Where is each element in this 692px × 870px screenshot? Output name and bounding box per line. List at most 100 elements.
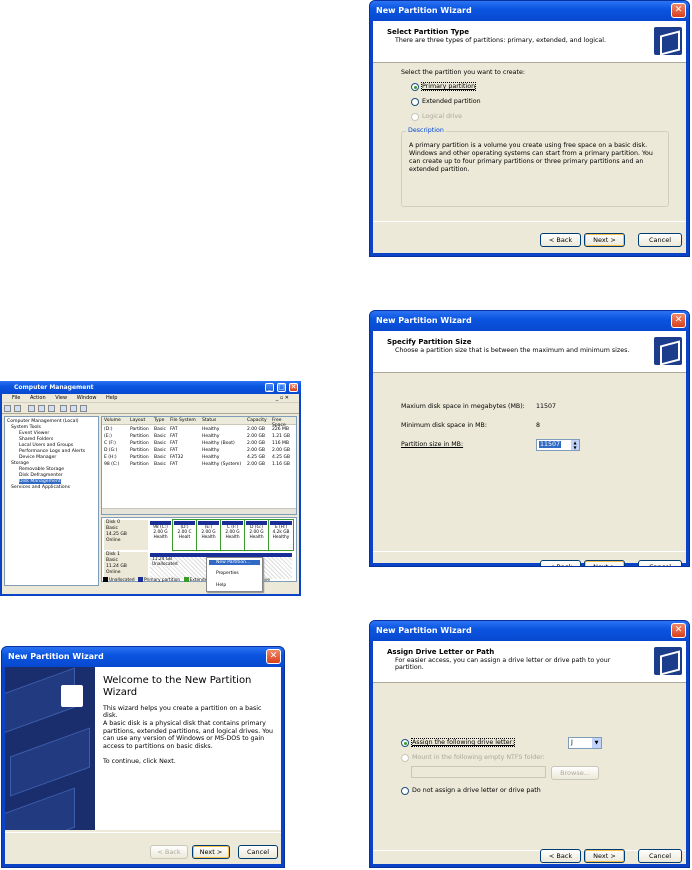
window-title: New Partition Wizard [370, 621, 689, 641]
forward-arrow-icon[interactable] [14, 405, 21, 412]
tree-item[interactable]: Local Users and Groups [19, 443, 73, 448]
partition-block[interactable]: (E:) 2.00 G Health [196, 519, 221, 551]
back-button[interactable]: < Back [540, 233, 581, 247]
tree-item[interactable]: Device Manager [19, 455, 56, 460]
menu-file[interactable]: File [12, 395, 20, 401]
close-icon[interactable]: ✕ [671, 623, 686, 638]
tree-item[interactable]: Storage [11, 461, 29, 466]
welcome-wizard-window: New Partition Wizard ✕ Welcome to the Ne… [1, 646, 285, 868]
menu-window[interactable]: Window [77, 395, 97, 401]
menu-action[interactable]: Action [30, 395, 46, 401]
close-icon[interactable]: ✕ [289, 383, 298, 392]
partition-block[interactable]: (D:) 2.00 C Healt [172, 519, 197, 551]
assign-letter-radio[interactable] [401, 739, 409, 747]
menu-bar: File Action View Window Help _ ▫ ✕ [2, 394, 299, 403]
cancel-button[interactable]: Cancel [638, 560, 682, 566]
menu-view[interactable]: View [55, 395, 67, 401]
next-button[interactable]: Next > [584, 849, 625, 863]
description-legend: Description [406, 127, 446, 134]
column-header[interactable]: Capacity [247, 418, 267, 423]
tree-item[interactable]: Shared Folders [19, 437, 53, 442]
welcome-line-2: A basic disk is a physical disk that con… [103, 720, 274, 750]
tree-item[interactable]: Removable Storage [19, 467, 64, 472]
show-tree-icon[interactable] [38, 405, 45, 412]
help-menu-item[interactable]: Help [216, 583, 226, 588]
next-button[interactable]: Next > [192, 845, 230, 859]
mount-folder-label: Mount in the following empty NTFS folder… [412, 754, 545, 761]
wizard-header: Select Partition Type There are three ty… [373, 21, 686, 63]
settings-icon[interactable] [80, 405, 87, 412]
next-button[interactable]: Next > [584, 233, 625, 247]
wizard-header: Assign Drive Letter or Path For easier a… [373, 641, 686, 683]
column-header[interactable]: Status [202, 418, 216, 423]
column-header[interactable]: Type [154, 418, 164, 423]
column-header[interactable]: Volume [104, 418, 121, 423]
partition-block[interactable]: E (H:) 4.2k GB Healthy [268, 519, 294, 551]
welcome-heading: Welcome to the New Partition Wizard [103, 675, 252, 698]
logical-drive-label: Logical drive [422, 113, 463, 120]
partition-size-value[interactable]: 11507 [539, 441, 562, 448]
drive-letter-value: J [571, 739, 573, 746]
inner-window-controls[interactable]: _ ▫ ✕ [276, 394, 289, 403]
legend-bar: Unallocated Primary partition Extende iv… [101, 577, 297, 584]
assign-letter-label[interactable]: Assign the following drive letter: [410, 738, 516, 747]
cancel-button[interactable]: Cancel [638, 849, 682, 863]
legend-item: Primary partition [143, 578, 181, 583]
properties-menu-item[interactable]: Properties [216, 571, 239, 576]
tree-item[interactable]: Disk Defragmenter [19, 473, 63, 478]
table-row[interactable]: 98 (C:) Partition Basic FAT Healthy (System)… [102, 461, 296, 469]
logical-drive-radio [411, 113, 419, 121]
divider [5, 832, 281, 833]
horizontal-scrollbar[interactable] [102, 508, 296, 514]
column-header[interactable]: File System [170, 418, 196, 423]
volume-list-header: Volume Layout Type File System Status Ca… [102, 417, 296, 428]
column-header[interactable]: Layout [130, 418, 145, 423]
context-menu: New Partition... Properties Help [206, 557, 263, 592]
maximize-icon[interactable]: □ [277, 383, 286, 392]
tree-item[interactable]: Performance Logs and Alerts [19, 449, 85, 454]
close-icon[interactable]: ✕ [671, 3, 686, 18]
no-letter-label[interactable]: Do not assign a drive letter or drive pa… [412, 787, 541, 794]
tree-item-disk-management[interactable]: Disk Management [19, 479, 61, 484]
extended-partition-radio[interactable] [411, 98, 419, 106]
tree-item[interactable]: System Tools [11, 425, 41, 430]
tree-item[interactable]: Computer Management (Local) [7, 419, 79, 424]
chevron-down-icon[interactable]: ▼ [592, 738, 601, 748]
partition-block[interactable]: C (F:) 2.00 G Health [220, 519, 245, 551]
spinner-arrows-icon[interactable]: ▲ ▼ [571, 440, 579, 450]
min-size-value: 8 [536, 422, 541, 429]
min-size-label: Minimum disk space in MB: [401, 422, 487, 429]
page-subtitle: Choose a partition size that is between … [395, 347, 630, 354]
close-icon[interactable]: ✕ [266, 649, 281, 664]
volume-list: Volume Layout Type File System Status Ca… [101, 416, 297, 515]
tree-item[interactable]: Event Viewer [19, 431, 49, 436]
minimize-icon[interactable]: _ [265, 383, 274, 392]
cancel-button[interactable]: Cancel [638, 233, 682, 247]
up-folder-icon[interactable] [28, 405, 35, 412]
partition-size-spinner[interactable]: 11507 ▲ ▼ [536, 439, 580, 451]
export-icon[interactable] [70, 405, 77, 412]
partition-block[interactable]: 98 (C:) 2.00 G Health [149, 520, 172, 550]
close-icon[interactable]: ✕ [671, 313, 686, 328]
back-arrow-icon[interactable] [4, 405, 11, 412]
extended-partition-label[interactable]: Extended partition [422, 98, 481, 105]
menu-help[interactable]: Help [106, 395, 117, 401]
back-button[interactable]: < Back [540, 560, 581, 566]
tree-item[interactable]: Services and Applications [11, 485, 70, 490]
select-partition-type-window: New Partition Wizard ✕ Select Partition … [369, 0, 690, 257]
next-button[interactable]: Next > [584, 560, 625, 566]
primary-partition-label[interactable]: Primary partition [420, 82, 477, 91]
no-letter-radio[interactable] [401, 787, 409, 795]
help-icon[interactable] [60, 405, 67, 412]
back-button[interactable]: < Back [540, 849, 581, 863]
properties-icon[interactable] [48, 405, 55, 412]
cancel-button[interactable]: Cancel [238, 845, 278, 859]
primary-partition-radio[interactable] [411, 83, 419, 91]
window-title: New Partition Wizard [2, 647, 284, 667]
drive-letter-select[interactable]: J ▼ [568, 737, 602, 749]
page-title: Specify Partition Size [387, 338, 472, 346]
new-partition-menu-item[interactable]: New Partition... [209, 560, 260, 565]
partition-block[interactable]: D (G:) 2.00 G Health [244, 519, 269, 551]
toolbar [2, 403, 299, 414]
wizard-disk-icon [654, 337, 682, 365]
